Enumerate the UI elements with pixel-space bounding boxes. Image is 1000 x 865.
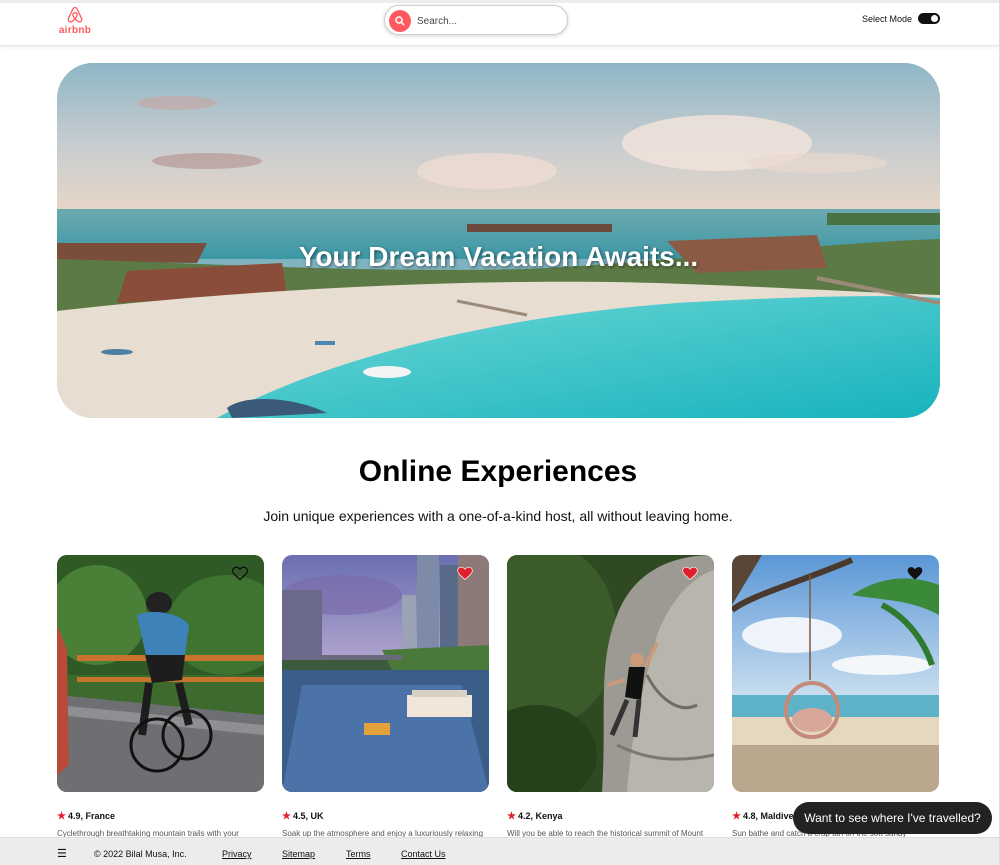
card-rating: ★ 4.8, Maldive [732, 811, 794, 822]
rock-climber-photo [507, 555, 714, 792]
section-title: Online Experiences [358, 455, 638, 488]
airbnb-logo-icon [67, 6, 83, 23]
favorite-heart-icon[interactable] [457, 566, 473, 581]
rating-text: 4.5, UK [292, 811, 324, 821]
experience-card-maldives[interactable]: ★ 4.8, Maldive Sun bathe and catch a cra… [732, 555, 939, 838]
search-bar[interactable] [384, 5, 568, 35]
star-icon: ★ [507, 811, 516, 822]
logo-text: airbnb [58, 25, 92, 36]
card-rating: ★ 4.2, Kenya [507, 811, 563, 822]
airbnb-logo[interactable]: airbnb [58, 5, 92, 36]
footer-link-contact[interactable]: Contact Us [401, 849, 446, 859]
star-icon: ★ [282, 811, 291, 822]
card-rating: ★ 4.9, France [57, 811, 115, 822]
card-image[interactable] [57, 555, 264, 792]
experience-card-kenya[interactable]: ★ 4.2, Kenya Will you be able to reach t… [507, 555, 714, 838]
hero-title: Your Dream Vacation Awaits... [298, 241, 699, 272]
card-image[interactable] [282, 555, 489, 792]
card-image[interactable] [507, 555, 714, 792]
search-input[interactable] [417, 12, 557, 30]
rating-text: 4.2, Kenya [517, 811, 563, 821]
city-river-photo [282, 555, 489, 792]
copyright-text: © 2022 Bilal Musa, Inc. [94, 849, 187, 859]
favorite-heart-icon[interactable] [682, 566, 698, 581]
footer-link-terms[interactable]: Terms [346, 849, 371, 859]
card-rating: ★ 4.5, UK [282, 811, 323, 822]
star-icon: ★ [57, 811, 66, 822]
top-navbar: airbnb Select Mode [0, 0, 999, 46]
cyclist-photo [57, 555, 264, 792]
rating-text: 4.8, Maldive [742, 811, 794, 821]
beach-swing-photo [732, 555, 939, 792]
favorite-heart-icon[interactable] [232, 566, 248, 581]
star-icon: ★ [732, 811, 741, 822]
footer-link-sitemap[interactable]: Sitemap [282, 849, 315, 859]
mode-selector: Select Mode [862, 13, 940, 24]
page: airbnb Select Mode [0, 0, 1000, 865]
experience-card-uk[interactable]: ★ 4.5, UK Soak up the atmosphere and enj… [282, 555, 489, 838]
footer: ☰ © 2022 Bilal Musa, Inc. Privacy Sitema… [0, 837, 999, 865]
travel-chat-bubble[interactable]: Want to see where I've travelled? [793, 802, 992, 834]
rating-text: 4.9, France [67, 811, 115, 821]
footer-link-privacy[interactable]: Privacy [222, 849, 252, 859]
card-image[interactable] [732, 555, 939, 792]
dark-mode-toggle[interactable] [918, 13, 940, 24]
experience-card-france[interactable]: ★ 4.9, France Cyclethrough breathtaking … [57, 555, 264, 838]
section-subtitle: Join unique experiences with a one-of-a-… [263, 508, 733, 524]
mode-label: Select Mode [861, 13, 912, 24]
search-icon [395, 16, 405, 26]
hamburger-menu-icon[interactable]: ☰ [57, 847, 67, 860]
hero-banner: Your Dream Vacation Awaits... [57, 63, 940, 418]
search-button[interactable] [389, 10, 411, 32]
favorite-heart-icon[interactable] [907, 566, 923, 581]
